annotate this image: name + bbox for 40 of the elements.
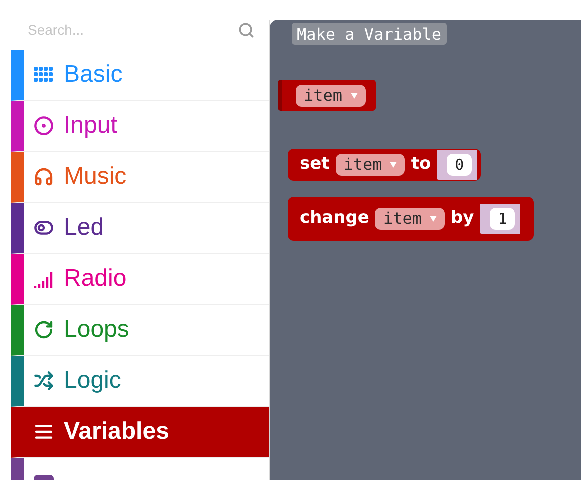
loop-arrow-icon	[34, 320, 54, 340]
category-item[interactable]: Logic	[11, 356, 269, 407]
category-label: Basic	[64, 60, 123, 90]
grid-icon	[34, 67, 54, 83]
category-item[interactable]: Loops	[11, 305, 269, 356]
block-label: to	[411, 153, 432, 176]
statement-block[interactable]: change item by 1	[288, 197, 534, 241]
target-icon	[34, 116, 54, 136]
variable-dropdown[interactable]: item	[336, 154, 406, 176]
toggle-icon	[34, 218, 54, 238]
variable-block[interactable]: item	[278, 80, 376, 111]
number-field[interactable]: 0	[447, 154, 472, 176]
category-label: Radio	[64, 264, 127, 294]
search-icon	[238, 22, 255, 39]
category-item[interactable]: Music	[11, 152, 269, 203]
category-item[interactable]: Radio	[11, 254, 269, 305]
caret-icon	[350, 92, 358, 98]
category-label: Loops	[64, 315, 130, 345]
category-label: Logic	[64, 366, 122, 396]
search-field[interactable]: Search...	[28, 20, 238, 41]
number-field[interactable]: 1	[490, 208, 516, 230]
category-label: Led	[64, 213, 104, 243]
block-label: change	[300, 207, 370, 230]
statement-block[interactable]: set item to 0	[288, 149, 482, 181]
variable-dropdown[interactable]: item	[375, 208, 445, 230]
category-label: Input	[64, 111, 118, 141]
category-label: Variables	[64, 417, 170, 447]
category-item[interactable]: Variables	[11, 407, 269, 458]
category-item[interactable]: Led	[11, 203, 269, 254]
shuffle-icon	[34, 371, 54, 391]
caret-icon	[430, 216, 437, 222]
lines-icon	[34, 422, 54, 442]
block-label: set	[300, 153, 330, 176]
signal-bars-icon	[34, 270, 54, 288]
block-label: by	[450, 207, 474, 230]
variable-dropdown[interactable]: item	[296, 84, 366, 106]
category-label: Music	[64, 162, 127, 192]
category-item[interactable]: Input	[11, 101, 269, 152]
caret-icon	[390, 162, 398, 168]
headphones-icon	[34, 167, 54, 187]
